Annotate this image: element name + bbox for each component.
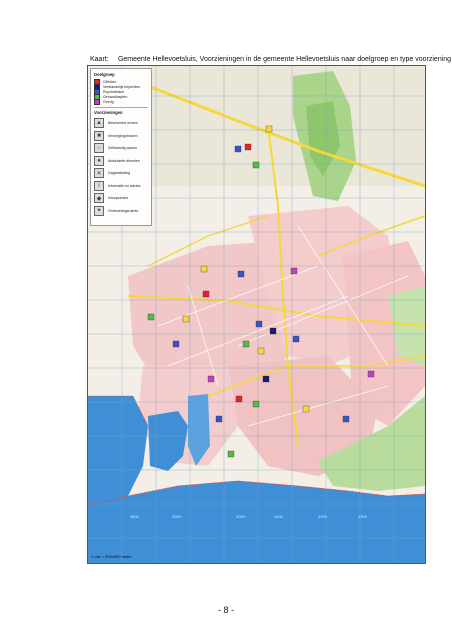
map-legend: Doelgroep Cliënten Verstandelijk beperkt…	[90, 68, 152, 226]
page-number: - 8 -	[217, 605, 234, 615]
facility-marker	[234, 145, 242, 153]
facility-marker	[172, 340, 180, 348]
legend-label: Overig	[103, 99, 114, 104]
facility-marker	[292, 335, 300, 343]
facility-marker	[367, 370, 375, 378]
legend-voorzieningen-title: Voorzieningen	[94, 110, 123, 115]
legend-label: Verstandelijk beperkten	[103, 84, 141, 89]
facility-marker	[202, 290, 210, 298]
legend-doelgroep-title: Doelgroep	[94, 72, 115, 77]
facility-marker	[262, 375, 270, 383]
legend-voorziening-item: ▲ Beschermd wonen	[94, 117, 148, 130]
square-icon: ■	[94, 130, 104, 141]
legend-divider	[94, 107, 148, 108]
cross-icon: ✕	[94, 168, 104, 179]
circle-icon: ●	[94, 155, 104, 166]
facility-marker	[207, 375, 215, 383]
legend-label: Psychiatrisch	[103, 89, 125, 94]
legend-label: Gehandicapten	[103, 94, 128, 99]
legend-voorziening-item: ✦ Ontmoetingsruimte	[94, 205, 148, 218]
scale-note: 1 vak = 500x500 meter	[91, 554, 132, 559]
grid-label: 4200	[318, 514, 328, 519]
legend-label: Beschermd wonen	[108, 121, 138, 126]
facility-marker	[265, 125, 273, 133]
facility-marker	[269, 327, 277, 335]
facility-marker	[235, 395, 243, 403]
map-caption: Kaart: Gemeente Hellevoetsluis, Voorzien…	[90, 56, 451, 63]
legend-label: Ontmoetingsruimte	[108, 208, 139, 213]
grid-label: 4100	[274, 514, 284, 519]
facility-marker	[290, 267, 298, 275]
caption-label: Kaart:	[90, 56, 109, 63]
legend-voorziening-item: ◆ Inloopcentra	[94, 192, 148, 205]
facility-marker	[244, 143, 252, 151]
legend-voorziening-item: ● Ambulante diensten	[94, 155, 148, 168]
facility-marker	[215, 415, 223, 423]
facility-marker	[342, 415, 350, 423]
facility-marker	[237, 270, 245, 278]
legend-doelgroep-item: Verstandelijk beperkten	[94, 83, 148, 90]
grid-label: 4300	[358, 514, 368, 519]
facility-marker	[302, 405, 310, 413]
facility-marker	[200, 265, 208, 273]
facility-marker	[242, 340, 250, 348]
grid-label: 4000	[236, 514, 246, 519]
facility-marker	[182, 315, 190, 323]
info-icon: i	[94, 180, 104, 191]
grid-label: 3900	[172, 514, 182, 519]
facility-marker	[252, 400, 260, 408]
legend-label: Cliënten	[103, 79, 117, 84]
facility-marker	[257, 347, 265, 355]
chevron-icon: ⌵	[94, 143, 104, 154]
caption-text: Gemeente Hellevoetsluis, Voorzieningen i…	[117, 56, 452, 63]
legend-label: Inloopcentra	[108, 196, 128, 201]
diamond-icon: ◆	[94, 193, 104, 204]
legend-doelgroep-item: Overig	[94, 98, 148, 105]
facility-marker	[147, 313, 155, 321]
legend-label: Verzorgingshuizen	[108, 133, 138, 138]
legend-voorziening-item: ⌵ Zelfstandig wonen	[94, 142, 148, 155]
legend-label: Informatie en advies	[108, 183, 141, 188]
legend-label: Ambulante diensten	[108, 158, 140, 163]
legend-voorziening-item: i Informatie en advies	[94, 180, 148, 193]
legend-label: Dagbesteding	[108, 171, 131, 176]
grid-label: 3800	[130, 514, 140, 519]
facility-marker	[252, 161, 260, 169]
legend-swatch	[94, 98, 100, 105]
legend-label: Zelfstandig wonen	[108, 146, 138, 151]
star-icon: ✦	[94, 205, 104, 216]
triangle-icon: ▲	[94, 118, 104, 129]
legend-voorziening-item: ✕ Dagbesteding	[94, 167, 148, 180]
field-area	[148, 66, 425, 186]
facility-marker	[255, 320, 263, 328]
map-frame[interactable]: 3800 3900 4000 4100 4200 4300 Doelgroep …	[87, 65, 426, 564]
legend-voorziening-item: ■ Verzorgingshuizen	[94, 130, 148, 143]
facility-marker	[227, 450, 235, 458]
